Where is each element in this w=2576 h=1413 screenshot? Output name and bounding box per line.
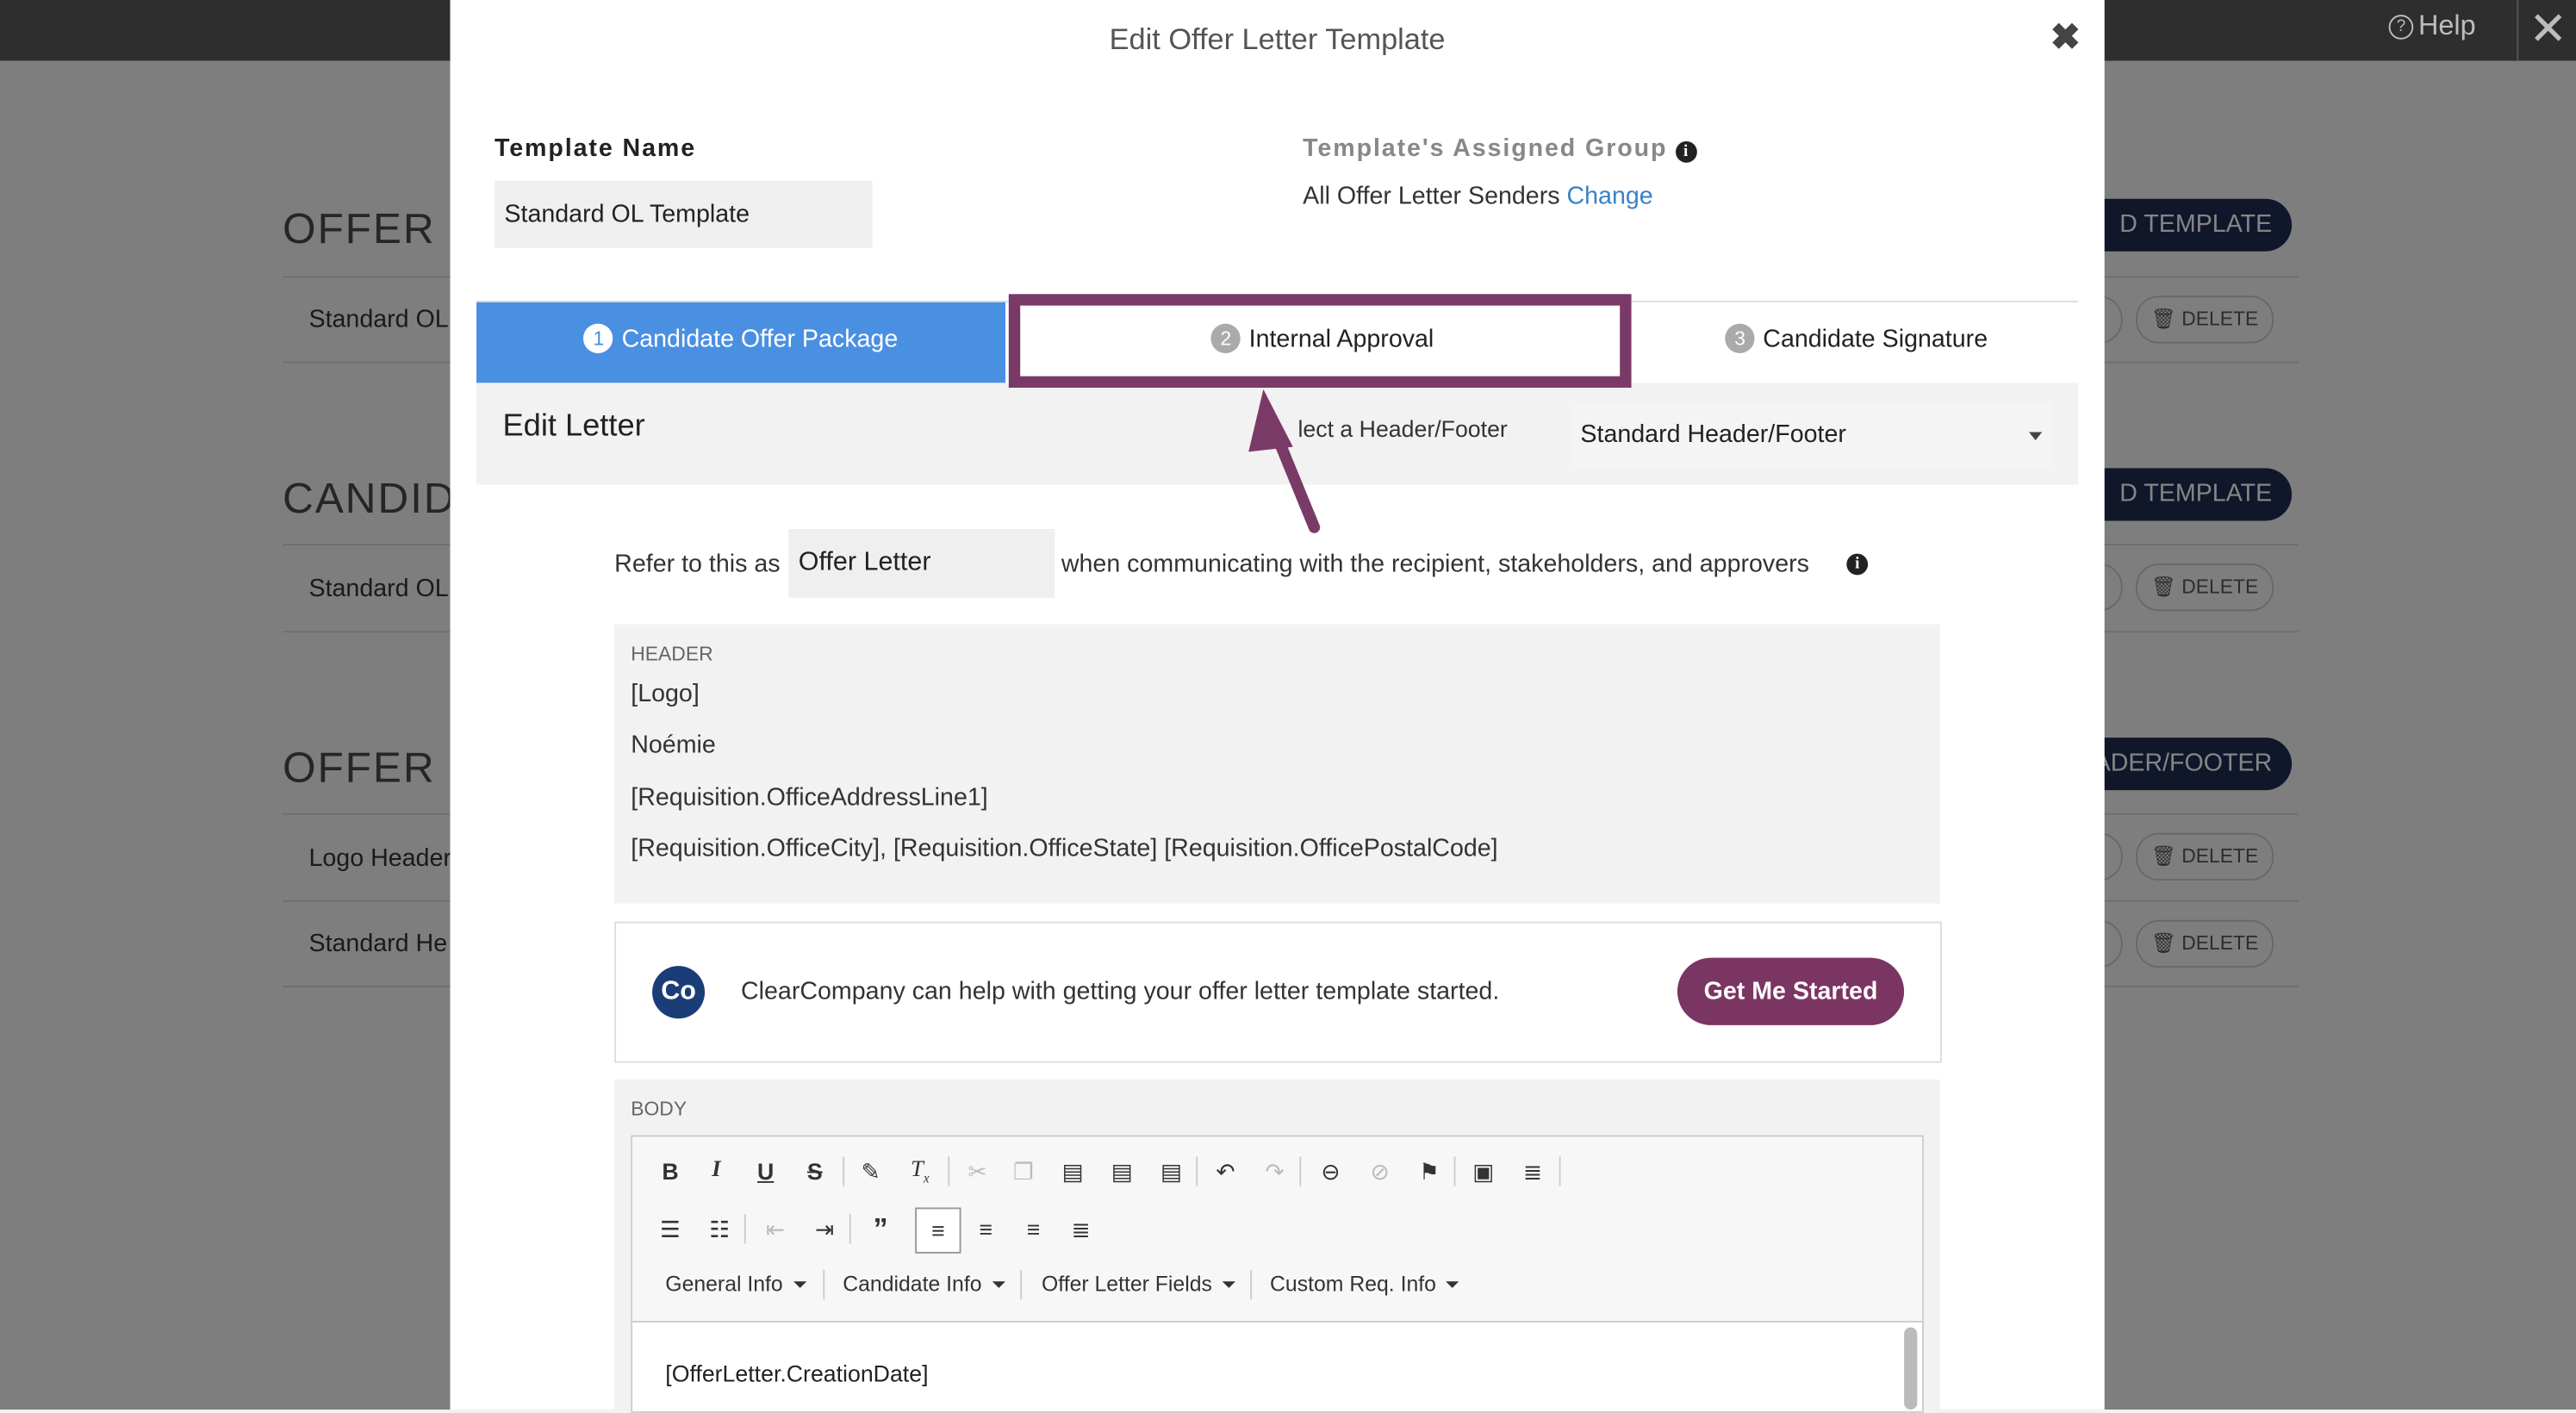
custom-req-info-dropdown[interactable]: Custom Req. Info xyxy=(1270,1272,1459,1296)
general-info-dropdown[interactable]: General Info xyxy=(665,1272,806,1296)
paste-icon[interactable]: ▤ xyxy=(1055,1154,1091,1190)
change-group-link[interactable]: Change xyxy=(1566,183,1652,210)
annotation-arrow-icon xyxy=(1248,389,1321,533)
help-label: Help xyxy=(2417,9,2476,41)
edit-template-modal: Edit Offer Letter Template ✖ Template Na… xyxy=(450,0,2105,1413)
toolbar-separator xyxy=(1020,1269,1023,1300)
clear-format-icon[interactable]: Tx xyxy=(902,1154,938,1190)
get-me-started-button[interactable]: Get Me Started xyxy=(1677,957,1905,1025)
cut-icon[interactable]: ✂ xyxy=(960,1154,996,1190)
bulleted-list-icon[interactable]: ☷ xyxy=(701,1211,737,1247)
header-line: [Requisition.OfficeAddressLine1] xyxy=(631,783,988,812)
editor-scrollbar[interactable] xyxy=(1904,1327,1918,1410)
template-name-label: Template Name xyxy=(494,134,697,163)
editor-toolbar: B I U S ✎ Tx ✂ ❐ ▤ ▤ ▤ ↶ ↷ ⊖ ⊘ ⚑ ▣ ≣ ☰ ☷… xyxy=(632,1136,1923,1323)
header-label: HEADER xyxy=(631,642,713,666)
editor-content-line[interactable]: [OfferLetter.CreationDate] xyxy=(665,1360,928,1387)
letter-name-input[interactable]: Offer Letter xyxy=(788,528,1055,599)
refer-prefix: Refer to this as xyxy=(614,550,781,579)
chevron-down-icon xyxy=(991,1281,1005,1288)
toolbar-separator xyxy=(849,1214,851,1244)
body-label: BODY xyxy=(631,1097,688,1121)
header-line: [Requisition.OfficeCity], [Requisition.O… xyxy=(631,834,1498,863)
strikethrough-icon[interactable]: S xyxy=(797,1154,833,1190)
underline-icon[interactable]: U xyxy=(748,1154,784,1190)
blockquote-icon[interactable]: ” xyxy=(862,1211,899,1247)
rich-text-editor: B I U S ✎ Tx ✂ ❐ ▤ ▤ ▤ ↶ ↷ ⊖ ⊘ ⚑ ▣ ≣ ☰ ☷… xyxy=(631,1135,1924,1413)
toolbar-separator xyxy=(1250,1269,1253,1300)
toolbar-separator xyxy=(1453,1156,1456,1186)
redo-icon[interactable]: ↷ xyxy=(1257,1154,1293,1190)
toolbar-separator xyxy=(1299,1156,1302,1186)
toolbar-separator xyxy=(843,1156,845,1186)
outdent-icon[interactable]: ⇤ xyxy=(757,1211,793,1247)
header-line: Noémie xyxy=(631,731,716,759)
body-section: BODY B I U S ✎ Tx ✂ ❐ ▤ ▤ ▤ ↶ ↷ ⊖ ⊘ ⚑ ▣ … xyxy=(614,1079,1941,1413)
align-right-icon[interactable]: ≡ xyxy=(1015,1211,1051,1247)
refer-suffix: when communicating with the recipient, s… xyxy=(1061,550,1809,579)
help-icon: ? xyxy=(2388,15,2414,40)
justify-icon[interactable]: ≣ xyxy=(1063,1211,1099,1247)
header-section: HEADER [Logo] Noémie [Requisition.Office… xyxy=(614,624,1941,904)
bold-icon[interactable]: B xyxy=(652,1154,688,1190)
info-icon[interactable]: i xyxy=(1676,140,1698,163)
close-icon[interactable]: ✖ xyxy=(2050,16,2081,59)
paste-word-icon[interactable]: ▤ xyxy=(1154,1154,1190,1190)
anchor-flag-icon[interactable]: ⚑ xyxy=(1411,1154,1447,1190)
clearcompany-callout: Co ClearCompany can help with getting yo… xyxy=(614,921,1942,1063)
help-link[interactable]: ? Help xyxy=(2388,9,2476,42)
copy-icon[interactable]: ❐ xyxy=(1005,1154,1042,1190)
chevron-down-icon xyxy=(1222,1281,1235,1288)
italic-icon[interactable]: I xyxy=(698,1154,734,1190)
header-footer-select[interactable]: Standard Header/Footer xyxy=(1570,402,2052,469)
paste-text-icon[interactable]: ▤ xyxy=(1104,1154,1140,1190)
toolbar-separator xyxy=(948,1156,950,1186)
numbered-list-icon[interactable]: ☰ xyxy=(652,1211,688,1247)
clearcompany-message: ClearCompany can help with getting your … xyxy=(741,977,1500,1005)
unlink-icon[interactable]: ⊘ xyxy=(1362,1154,1398,1190)
edit-letter-title: Edit Letter xyxy=(502,408,645,444)
offer-letter-fields-dropdown[interactable]: Offer Letter Fields xyxy=(1042,1272,1235,1296)
info-icon[interactable]: i xyxy=(1846,553,1869,576)
assigned-group-value: All Offer Letter Senders Change xyxy=(1303,182,1653,211)
template-name-input[interactable]: Standard OL Template xyxy=(494,180,873,248)
chevron-down-icon xyxy=(1446,1281,1459,1288)
tab-candidate-signature[interactable]: 3 Candidate Signature xyxy=(1634,302,2078,384)
chevron-down-icon xyxy=(2029,432,2043,441)
align-center-icon[interactable]: ≡ xyxy=(968,1211,1004,1247)
toolbar-separator xyxy=(744,1214,746,1244)
image-icon[interactable]: ▣ xyxy=(1465,1154,1502,1190)
align-left-icon[interactable]: ≡ xyxy=(915,1207,961,1254)
assigned-group-label: Template's Assigned Group i xyxy=(1303,134,1698,163)
undo-icon[interactable]: ↶ xyxy=(1208,1154,1244,1190)
candidate-info-dropdown[interactable]: Candidate Info xyxy=(843,1272,1005,1296)
clearcompany-logo: Co xyxy=(652,966,706,1019)
modal-title: Edit Offer Letter Template xyxy=(1109,22,1446,56)
app-close-button[interactable]: ✕ xyxy=(2517,0,2576,61)
indent-icon[interactable]: ⇥ xyxy=(806,1211,843,1247)
horizontal-line-icon[interactable]: ≣ xyxy=(1515,1154,1551,1190)
copy-format-icon[interactable]: ✎ xyxy=(853,1154,889,1190)
header-line: [Logo] xyxy=(631,680,700,708)
toolbar-separator xyxy=(823,1269,825,1300)
tab-candidate-offer-package[interactable]: 1 Candidate Offer Package xyxy=(476,302,1006,385)
toolbar-separator xyxy=(1196,1156,1198,1186)
link-icon[interactable]: ⊖ xyxy=(1313,1154,1349,1190)
chevron-down-icon xyxy=(793,1281,806,1288)
toolbar-separator xyxy=(1559,1156,1561,1186)
